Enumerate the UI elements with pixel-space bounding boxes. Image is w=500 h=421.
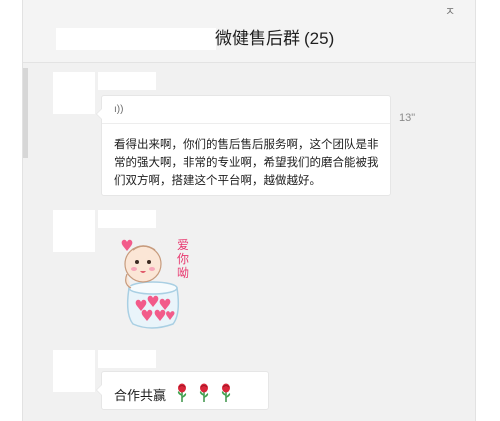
avatar[interactable] (53, 350, 95, 392)
text-message-bubble[interactable]: 合作共赢 (96, 371, 269, 410)
rose-icon (198, 383, 210, 406)
message-text: 合作共赢 (114, 388, 167, 403)
sticker-caption: 爱你呦 (177, 238, 190, 280)
voice-icon[interactable]: ı)) (114, 104, 123, 115)
group-name: 微健售后群 (215, 29, 300, 48)
rose-icon (220, 383, 232, 406)
rose-icon (176, 383, 188, 406)
chat-header: 微健售后群 (25) ㅈ (23, 0, 475, 63)
chat-title: 微健售后群 (25) (215, 28, 334, 50)
baby-heart-jar-sticker[interactable]: 爱你呦 (103, 228, 201, 332)
redacted-title-prefix (56, 28, 216, 50)
voice-duration: 13" (399, 112, 416, 124)
avatar[interactable] (53, 210, 95, 252)
scrollbar[interactable] (23, 68, 28, 158)
avatar[interactable] (53, 72, 95, 114)
pin-icon[interactable]: ㅈ (445, 6, 455, 18)
chat-window: 微健售后群 (25) ㅈ ı)) 看得出来啊，你们的售后售后服务啊，这个团队是非常… (22, 0, 476, 421)
voice-transcript: 看得出来啊，你们的售后售后服务啊，这个团队是非常的强大啊，非常的专业啊，希望我们… (114, 139, 379, 187)
redacted-sender-name (98, 350, 156, 368)
divider (102, 123, 390, 124)
redacted-sender-name (98, 72, 156, 90)
redacted-sender-name (98, 210, 156, 228)
member-count: (25) (304, 29, 335, 48)
voice-message-bubble[interactable]: ı)) 看得出来啊，你们的售后售后服务啊，这个团队是非常的强大啊，非常的专业啊，… (96, 95, 391, 196)
